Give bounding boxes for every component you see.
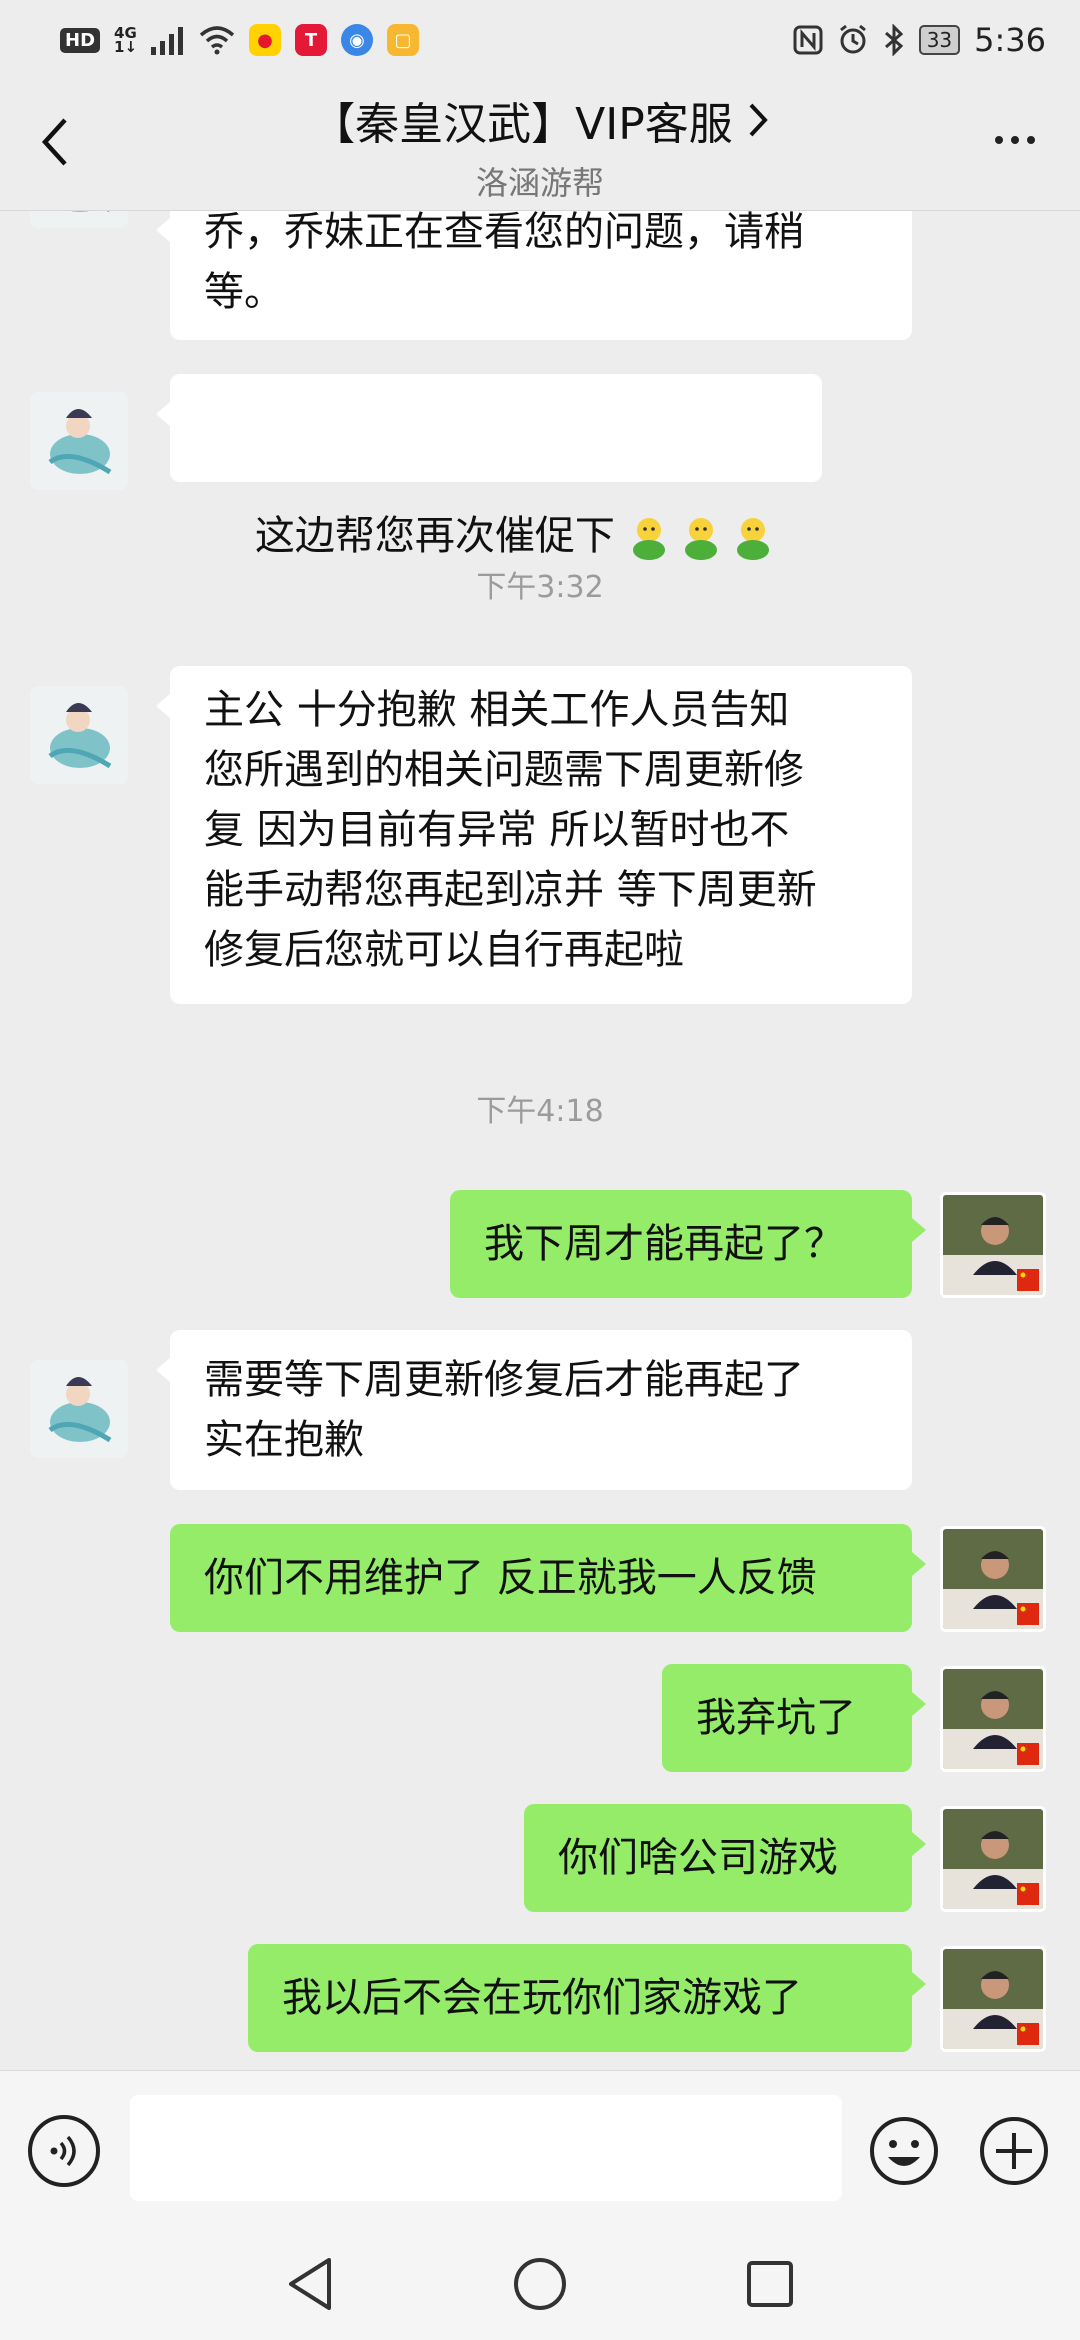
- browser-icon: ◉: [341, 24, 374, 56]
- more-dot-icon: [1011, 136, 1019, 144]
- voice-input-button[interactable]: [28, 2115, 100, 2187]
- message-bubble-outgoing[interactable]: 我以后不会在玩你们家游戏了: [248, 1944, 926, 2052]
- cs-avatar[interactable]: [30, 210, 128, 228]
- message-bubble-incoming[interactable]: 这边帮您再次催促下: [156, 374, 822, 560]
- nav-recents-button[interactable]: [742, 2256, 798, 2312]
- message-bubble-incoming[interactable]: 需要等下周更新修复后才能再起了 实在抱歉: [156, 1330, 912, 1490]
- message-list[interactable]: 乔，乔妹正在查看您的问题，请稍 等。 这边帮您再次催促下 下午3:32 主公 十…: [0, 210, 1080, 2070]
- circle-home-icon: [514, 2258, 566, 2310]
- clock: 5:36: [974, 21, 1046, 59]
- status-bar-left: HD 4G 1↓ ● T ◉ ▢: [60, 24, 420, 56]
- timestamp: 下午4:18: [476, 1094, 604, 1129]
- cs-avatar[interactable]: [30, 686, 128, 784]
- timestamp: 下午3:32: [476, 570, 604, 605]
- bluetooth-icon: [884, 24, 903, 56]
- message-text: 这边帮您再次催促下: [254, 513, 615, 559]
- triangle-back-icon: [289, 2258, 331, 2310]
- status-bar-right: 33 5:36: [793, 21, 1046, 59]
- message-bubble-incoming[interactable]: 主公 十分抱歉 相关工作人员告知 您所遇到的相关问题需下周更新修 复 因为目前有…: [156, 666, 912, 1004]
- user-avatar[interactable]: [940, 1526, 1046, 1632]
- emoji-button[interactable]: [868, 2115, 940, 2187]
- message-bubble-outgoing[interactable]: 你们啥公司游戏: [524, 1804, 926, 1912]
- chevron-right-icon: [749, 103, 768, 137]
- user-avatar[interactable]: [940, 1946, 1046, 2052]
- user-avatar[interactable]: [940, 1806, 1046, 1912]
- wifi-icon: [199, 26, 235, 55]
- emoji-group: [625, 514, 777, 562]
- message-bubble-outgoing[interactable]: 我下周才能再起了？: [450, 1190, 926, 1298]
- emoji-icon: [684, 518, 717, 560]
- nfc-icon: [793, 25, 823, 55]
- more-dot-icon: [995, 136, 1003, 144]
- hd-badge: HD: [60, 27, 101, 53]
- cs-avatar[interactable]: [30, 392, 128, 490]
- smiley-icon: [870, 2117, 938, 2185]
- plus-icon: [980, 2117, 1048, 2185]
- weibo-icon: ●: [249, 24, 282, 56]
- chat-header: 【秦皇汉武】VIP客服 洛涵游帮: [0, 80, 1080, 211]
- status-bar: HD 4G 1↓ ● T ◉ ▢ 33 5:36: [0, 0, 1080, 80]
- cs-avatar[interactable]: [30, 1360, 128, 1458]
- user-avatar[interactable]: [940, 1192, 1046, 1298]
- emoji-icon: [736, 518, 769, 560]
- message-bubble-outgoing[interactable]: 你们不用维护了 反正就我一人反馈: [170, 1524, 926, 1632]
- network-indicator: 4G 1↓: [114, 26, 138, 56]
- signal-icon: [151, 27, 184, 55]
- message-bubble-outgoing[interactable]: 我弃坑了: [662, 1664, 926, 1772]
- title-group[interactable]: 【秦皇汉武】VIP客服: [0, 88, 1080, 152]
- tesla-icon: T: [295, 24, 328, 56]
- battery-indicator: 33: [918, 25, 961, 55]
- more-functions-button[interactable]: [978, 2115, 1050, 2187]
- more-dot-icon: [1027, 136, 1035, 144]
- notes-icon: ▢: [387, 24, 420, 56]
- emoji-icon: [632, 518, 665, 560]
- user-avatar[interactable]: [940, 1666, 1046, 1772]
- system-nav-bar: [0, 2220, 1080, 2340]
- message-input[interactable]: [130, 2095, 842, 2201]
- alarm-icon: [839, 24, 866, 54]
- chat-subtitle: 洛涵游帮: [475, 164, 604, 202]
- chat-title: 【秦皇汉武】VIP客服: [311, 99, 733, 150]
- network-activity: 1↓: [114, 38, 138, 56]
- more-options-button[interactable]: [980, 120, 1050, 160]
- input-bar: [0, 2070, 1080, 2221]
- message-bubble-incoming[interactable]: 乔，乔妹正在查看您的问题，请稍 等。: [156, 210, 912, 340]
- nav-back-button[interactable]: [282, 2256, 338, 2312]
- voice-icon: [50, 2135, 76, 2167]
- nav-home-button[interactable]: [512, 2256, 568, 2312]
- square-recents-icon: [747, 2261, 793, 2307]
